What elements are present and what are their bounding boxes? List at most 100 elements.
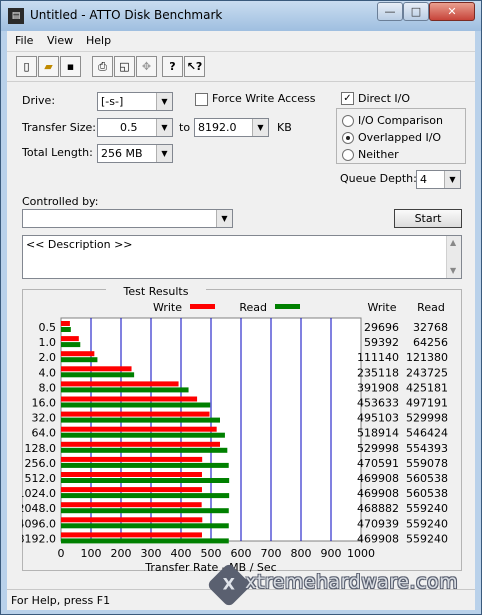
write-value-label: 495103 [357, 412, 399, 425]
app-icon: ▤ [8, 8, 24, 24]
x-tick-label: 200 [111, 547, 132, 560]
chevron-down-icon[interactable]: ▼ [444, 171, 460, 188]
start-button[interactable]: Start [394, 209, 462, 228]
neither-radio[interactable] [342, 149, 354, 161]
write-value-label: 453633 [357, 397, 399, 410]
controlled-by-select[interactable]: ▼ [22, 209, 233, 228]
transfer-size-label: Transfer Size: [22, 121, 97, 134]
scroll-down-icon[interactable]: ▼ [450, 266, 456, 275]
description-textarea[interactable]: << Description >> ▲ ▼ [22, 235, 462, 279]
x-tick-label: 800 [291, 547, 312, 560]
bar-write [61, 396, 198, 402]
write-value-label: 470939 [357, 517, 399, 530]
write-value-label: 29696 [364, 321, 399, 334]
write-value-label: 470591 [357, 457, 399, 470]
move-icon[interactable]: ✥ [136, 56, 157, 77]
x-tick-label: 300 [141, 547, 162, 560]
bar-write [61, 351, 95, 357]
x-tick-label: 0 [58, 547, 65, 560]
legend-read-label: Read [239, 301, 267, 314]
x-tick-label: 600 [231, 547, 252, 560]
table-header-write: Write [367, 301, 396, 314]
transfer-size-to-select[interactable]: 8192.0 ▼ [194, 118, 269, 137]
x-tick-label: 400 [171, 547, 192, 560]
scroll-up-icon[interactable]: ▲ [450, 238, 456, 247]
menu-file[interactable]: File [15, 34, 33, 47]
drive-select[interactable]: [-s-] ▼ [97, 92, 173, 111]
y-category-label: 1.0 [39, 336, 57, 349]
chart-title: Test Results [123, 285, 189, 298]
overlapped-io-radio[interactable] [342, 132, 354, 144]
transfer-size-from-select[interactable]: 0.5 ▼ [97, 118, 173, 137]
y-category-label: 1024.0 [22, 487, 56, 500]
y-category-label: 2048.0 [22, 502, 56, 515]
queue-depth-select[interactable]: 4 ▼ [416, 170, 461, 189]
controlled-by-label: Controlled by: [22, 195, 99, 208]
y-category-label: 8.0 [39, 381, 57, 394]
neither-label: Neither [358, 148, 399, 161]
minimize-button[interactable]: — [377, 2, 403, 21]
queue-depth-label: Queue Depth: [340, 172, 417, 185]
bar-read [61, 342, 81, 348]
open-folder-icon[interactable]: ▰ [38, 56, 59, 77]
app-window: ▤ Untitled - ATTO Disk Benchmark — □ ✕ F… [0, 0, 482, 615]
new-document-icon[interactable]: ▯ [16, 56, 37, 77]
write-value-label: 111140 [357, 351, 399, 364]
x-tick-label: 500 [201, 547, 222, 560]
bar-write [61, 502, 202, 508]
direct-io-checkbox[interactable]: ✓ [341, 92, 354, 105]
y-category-label: 128.0 [25, 442, 57, 455]
chevron-down-icon[interactable]: ▼ [156, 93, 172, 110]
read-value-label: 64256 [413, 336, 448, 349]
save-icon[interactable]: ▪ [60, 56, 81, 77]
print-icon[interactable]: ⎙ [92, 56, 113, 77]
bar-read [61, 523, 229, 529]
chevron-down-icon[interactable]: ▼ [156, 119, 172, 136]
menu-help[interactable]: Help [86, 34, 111, 47]
chevron-down-icon[interactable]: ▼ [156, 145, 172, 162]
y-category-label: 32.0 [32, 412, 57, 425]
bar-read [61, 402, 211, 408]
io-comparison-label: I/O Comparison [358, 114, 443, 127]
to-label: to [179, 121, 191, 134]
total-length-select[interactable]: 256 MB ▼ [97, 144, 173, 163]
bar-read [61, 432, 225, 438]
transfer-size-to-value: 8192.0 [198, 121, 237, 134]
title-bar[interactable]: ▤ Untitled - ATTO Disk Benchmark — □ ✕ [1, 1, 481, 31]
bar-read [61, 372, 135, 378]
legend-read-swatch [275, 304, 300, 309]
write-value-label: 468882 [357, 502, 399, 515]
legend-write-label: Write [153, 301, 182, 314]
write-value-label: 59392 [364, 336, 399, 349]
maximize-button[interactable]: □ [403, 2, 429, 21]
bar-read [61, 387, 189, 393]
bar-write [61, 336, 79, 342]
read-value-label: 121380 [406, 351, 448, 364]
y-category-label: 4.0 [39, 366, 57, 379]
force-write-access-checkbox[interactable] [195, 93, 208, 106]
x-tick-label: 700 [261, 547, 282, 560]
print-preview-icon[interactable]: ◱ [114, 56, 135, 77]
chevron-down-icon[interactable]: ▼ [252, 119, 268, 136]
read-value-label: 560538 [406, 487, 448, 500]
context-help-icon[interactable]: ↖? [184, 56, 205, 77]
menu-view[interactable]: View [47, 34, 73, 47]
write-value-label: 235118 [357, 366, 399, 379]
y-category-label: 8192.0 [22, 532, 56, 545]
help-icon[interactable]: ? [162, 56, 183, 77]
read-value-label: 425181 [406, 381, 448, 394]
bar-write [61, 517, 203, 523]
read-value-label: 554393 [406, 442, 448, 455]
io-comparison-radio[interactable] [342, 115, 354, 127]
chevron-down-icon[interactable]: ▼ [216, 210, 232, 227]
description-scrollbar[interactable]: ▲ ▼ [446, 236, 461, 278]
read-value-label: 559078 [406, 457, 448, 470]
write-value-label: 391908 [357, 381, 399, 394]
y-category-label: 0.5 [39, 321, 57, 334]
close-button[interactable]: ✕ [429, 2, 475, 21]
main-panel: Drive: [-s-] ▼ Force Write Access ✓ Dire… [7, 81, 475, 589]
y-category-label: 256.0 [25, 457, 57, 470]
bar-write [61, 366, 132, 372]
write-value-label: 518914 [357, 427, 399, 440]
read-value-label: 243725 [406, 366, 448, 379]
